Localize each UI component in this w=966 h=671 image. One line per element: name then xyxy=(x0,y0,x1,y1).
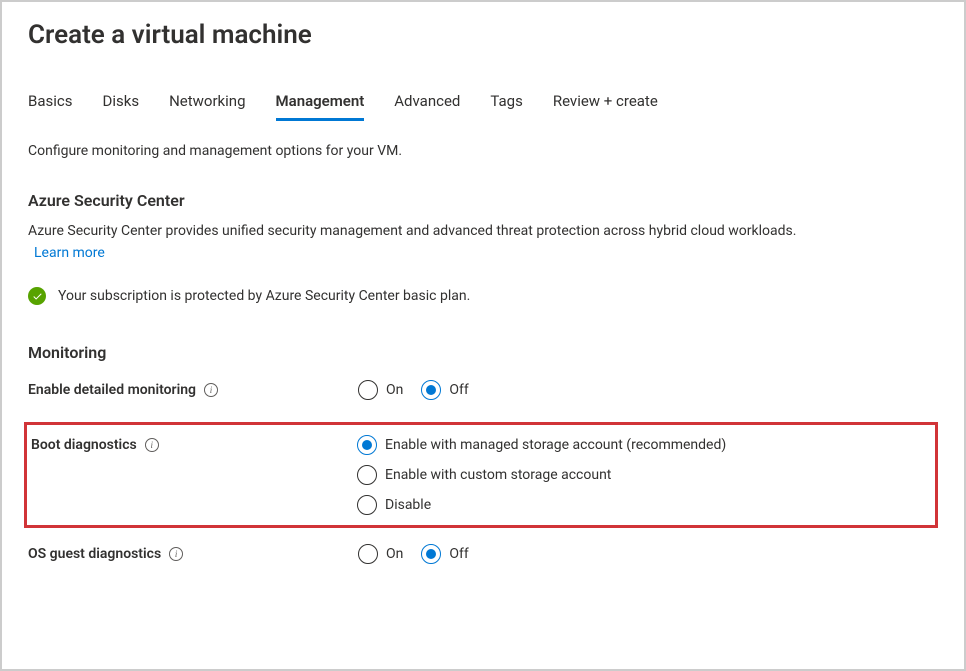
security-center-description: Azure Security Center provides unified s… xyxy=(28,223,796,239)
radio-icon xyxy=(358,380,378,400)
tab-disks[interactable]: Disks xyxy=(103,92,140,121)
radio-icon xyxy=(421,380,441,400)
security-status-text: Your subscription is protected by Azure … xyxy=(58,288,470,304)
check-success-icon xyxy=(28,287,46,305)
boot-diag-managed[interactable]: Enable with managed storage account (rec… xyxy=(357,435,726,455)
boot-diag-disable[interactable]: Disable xyxy=(357,495,726,515)
page-title: Create a virtual machine xyxy=(28,20,938,50)
tab-description: Configure monitoring and management opti… xyxy=(28,143,938,159)
detailed-monitoring-group: On Off xyxy=(358,380,469,400)
radio-icon xyxy=(357,435,377,455)
radio-label: On xyxy=(386,546,403,562)
info-icon[interactable]: i xyxy=(204,383,218,397)
radio-icon xyxy=(358,544,378,564)
detailed-monitoring-on[interactable]: On xyxy=(358,380,403,400)
radio-label: Off xyxy=(449,546,468,562)
boot-diagnostics-row: Boot diagnostics i Enable with managed s… xyxy=(27,435,931,515)
tab-advanced[interactable]: Advanced xyxy=(394,92,460,121)
radio-label: On xyxy=(386,382,403,398)
radio-icon xyxy=(357,465,377,485)
boot-diagnostics-highlight: Boot diagnostics i Enable with managed s… xyxy=(24,422,938,528)
info-icon[interactable]: i xyxy=(145,438,159,452)
os-guest-diagnostics-label: OS guest diagnostics xyxy=(28,546,161,562)
monitoring-heading: Monitoring xyxy=(28,343,938,362)
info-icon[interactable]: i xyxy=(169,547,183,561)
radio-label: Enable with managed storage account (rec… xyxy=(385,437,726,453)
tab-review-create[interactable]: Review + create xyxy=(553,92,658,121)
radio-icon xyxy=(421,544,441,564)
os-guest-on[interactable]: On xyxy=(358,544,403,564)
learn-more-link[interactable]: Learn more xyxy=(34,245,105,261)
os-guest-diagnostics-row: OS guest diagnostics i On Off xyxy=(28,544,938,564)
radio-label: Off xyxy=(449,382,468,398)
tab-networking[interactable]: Networking xyxy=(169,92,245,121)
detailed-monitoring-off[interactable]: Off xyxy=(421,380,468,400)
os-guest-diagnostics-group: On Off xyxy=(358,544,469,564)
radio-label: Disable xyxy=(385,497,431,513)
security-center-heading: Azure Security Center xyxy=(28,191,938,210)
boot-diag-custom[interactable]: Enable with custom storage account xyxy=(357,465,726,485)
detailed-monitoring-label: Enable detailed monitoring xyxy=(28,382,196,398)
detailed-monitoring-row: Enable detailed monitoring i On Off xyxy=(28,380,938,400)
radio-icon xyxy=(357,495,377,515)
security-status-row: Your subscription is protected by Azure … xyxy=(28,287,938,305)
boot-diagnostics-group: Enable with managed storage account (rec… xyxy=(357,435,726,515)
boot-diagnostics-label: Boot diagnostics xyxy=(31,437,137,453)
os-guest-off[interactable]: Off xyxy=(421,544,468,564)
tab-tags[interactable]: Tags xyxy=(490,92,522,121)
tab-basics[interactable]: Basics xyxy=(28,92,73,121)
radio-label: Enable with custom storage account xyxy=(385,467,611,483)
tab-management[interactable]: Management xyxy=(276,92,365,121)
tabs-nav: Basics Disks Networking Management Advan… xyxy=(28,92,938,121)
